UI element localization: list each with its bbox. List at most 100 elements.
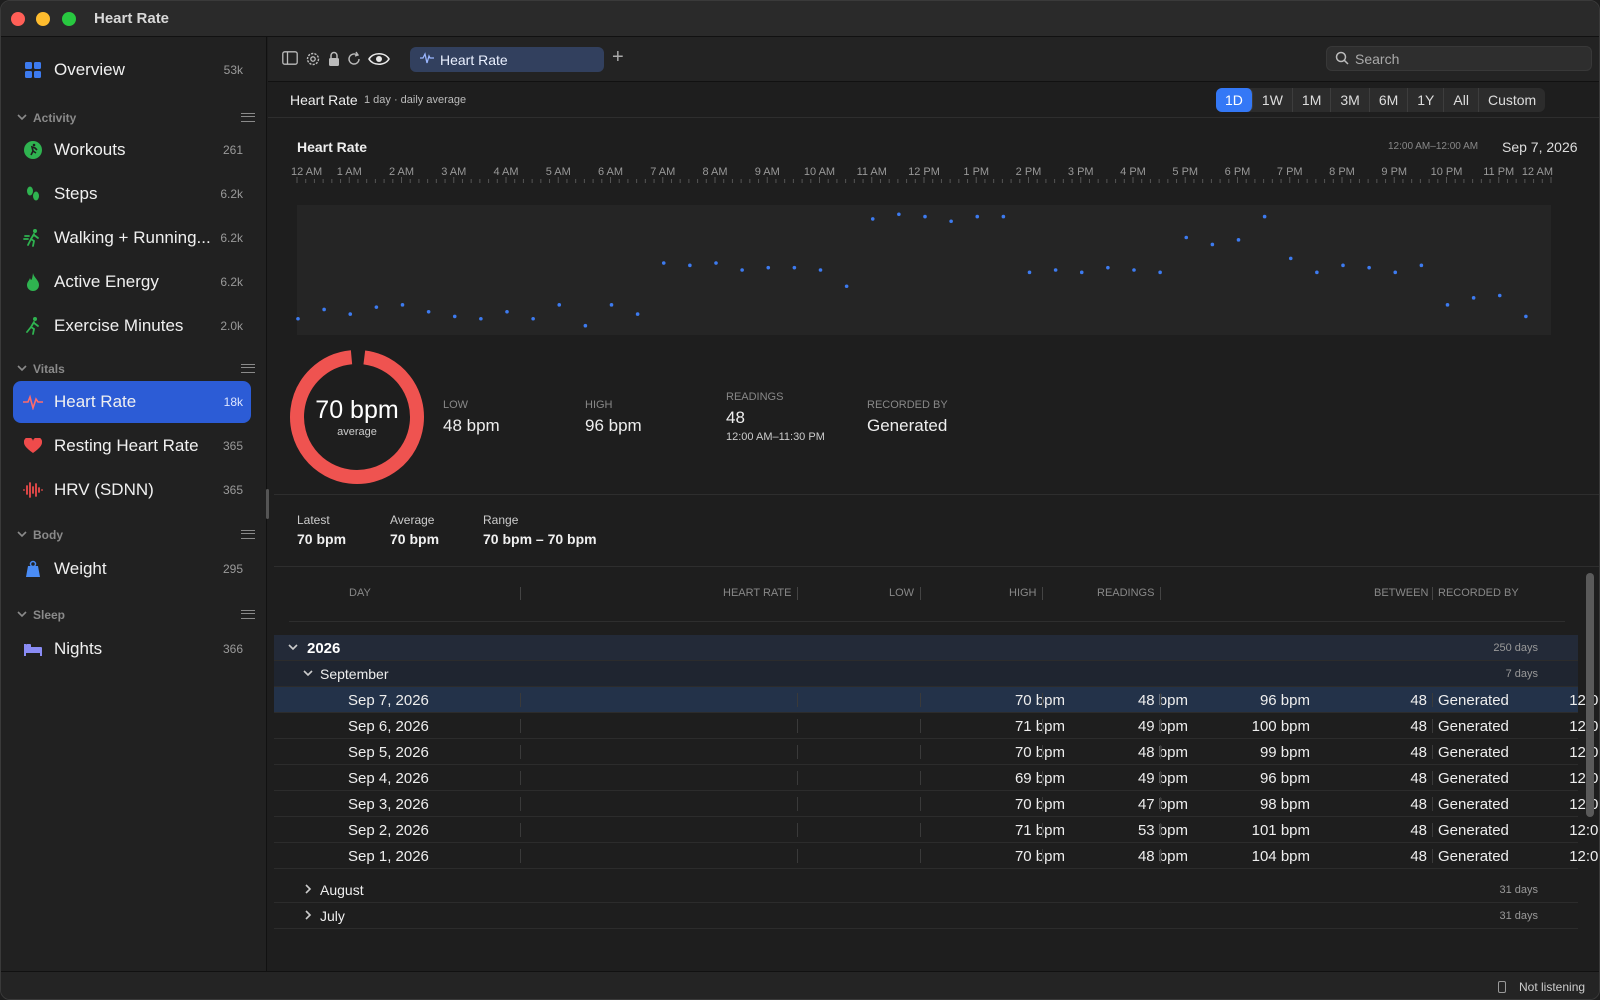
table-row[interactable]: Sep 6, 2026 71 bpm 49 bpm 100 bpm 48 12:00 AM… xyxy=(274,713,1599,739)
data-point[interactable] xyxy=(1079,270,1084,275)
sidebar-item-overview[interactable]: Overview 53k xyxy=(13,49,251,91)
data-point[interactable] xyxy=(1132,268,1136,272)
search-input[interactable] xyxy=(1355,50,1585,68)
data-point[interactable] xyxy=(1393,270,1398,275)
data-point[interactable] xyxy=(557,303,562,307)
data-point[interactable] xyxy=(1001,214,1006,219)
data-point[interactable] xyxy=(1158,270,1162,275)
data-point[interactable] xyxy=(1471,296,1476,300)
group-row-month[interactable]: September 7 days xyxy=(274,661,1578,687)
data-point[interactable] xyxy=(1053,268,1058,272)
range-1d-button[interactable]: 1D xyxy=(1216,88,1253,112)
data-point[interactable] xyxy=(452,314,457,319)
data-point[interactable] xyxy=(635,312,640,316)
data-point[interactable] xyxy=(844,284,849,289)
data-point[interactable] xyxy=(949,219,953,224)
group-row-month[interactable]: July 31 days xyxy=(274,903,1578,929)
refresh-icon[interactable] xyxy=(346,51,362,67)
table-row[interactable]: Sep 7, 2026 70 bpm 48 bpm 96 bpm 48 12:00 AM–… xyxy=(274,687,1599,713)
data-point[interactable] xyxy=(1184,235,1189,240)
data-point[interactable] xyxy=(714,261,718,265)
range-6m-button[interactable]: 6M xyxy=(1370,88,1409,112)
data-point[interactable] xyxy=(505,309,509,314)
sidebar-item-hrv[interactable]: HRV (SDNN) 365 xyxy=(13,469,251,511)
reorder-handle-icon[interactable] xyxy=(241,113,255,122)
data-point[interactable] xyxy=(1210,242,1215,247)
data-point[interactable] xyxy=(1445,303,1450,307)
data-point[interactable] xyxy=(322,307,326,312)
sidebar-resize-handle[interactable] xyxy=(266,489,269,519)
table-row[interactable]: Sep 5, 2026 70 bpm 48 bpm 99 bpm 48 12:00 AM–… xyxy=(274,739,1599,765)
data-point[interactable] xyxy=(975,214,980,219)
data-point[interactable] xyxy=(870,217,875,221)
column-header-readings[interactable]: READINGS xyxy=(1097,587,1154,599)
sidebar-item-resting-heart-rate[interactable]: Resting Heart Rate 365 xyxy=(13,425,251,467)
range-3m-button[interactable]: 3M xyxy=(1331,88,1370,112)
data-point[interactable] xyxy=(766,265,771,270)
data-point[interactable] xyxy=(1236,238,1241,242)
data-point[interactable] xyxy=(1367,265,1371,270)
data-point[interactable] xyxy=(348,312,353,316)
group-row-year[interactable]: 2026 250 days xyxy=(274,635,1578,661)
section-header-body[interactable]: Body xyxy=(17,527,255,543)
data-point[interactable] xyxy=(374,305,379,309)
range-custom-button[interactable]: Custom xyxy=(1479,88,1545,112)
data-point[interactable] xyxy=(479,316,483,321)
column-header-heart-rate[interactable]: HEART RATE xyxy=(723,587,791,599)
data-point[interactable] xyxy=(1288,256,1293,261)
table-row[interactable]: Sep 4, 2026 69 bpm 49 bpm 96 bpm 48 12:00 AM–… xyxy=(274,765,1599,791)
eye-icon[interactable] xyxy=(368,51,390,67)
range-1w-button[interactable]: 1W xyxy=(1253,88,1293,112)
data-point[interactable] xyxy=(661,261,666,265)
group-row-month[interactable]: August 31 days xyxy=(274,877,1578,903)
maximize-window-button[interactable] xyxy=(62,12,76,26)
search-field[interactable] xyxy=(1326,46,1592,71)
reorder-handle-icon[interactable] xyxy=(241,364,255,373)
column-header-day[interactable]: DAY xyxy=(349,587,371,599)
data-point[interactable] xyxy=(1419,263,1424,268)
range-all-button[interactable]: All xyxy=(1444,88,1479,112)
sidebar-toggle-icon[interactable] xyxy=(282,51,298,67)
reorder-handle-icon[interactable] xyxy=(241,530,255,539)
table-row[interactable]: Sep 1, 2026 70 bpm 48 bpm 104 bpm 48 12:00 AM… xyxy=(274,843,1599,869)
column-header-low[interactable]: LOW xyxy=(889,587,914,599)
data-point[interactable] xyxy=(688,263,692,268)
data-point[interactable] xyxy=(1341,263,1345,268)
data-point[interactable] xyxy=(609,303,614,307)
data-point[interactable] xyxy=(531,316,535,321)
sidebar-item-steps[interactable]: Steps 6.2k xyxy=(13,173,251,215)
lock-icon[interactable] xyxy=(326,51,342,67)
data-point[interactable] xyxy=(1106,265,1110,270)
section-header-vitals[interactable]: Vitals xyxy=(17,361,255,377)
table-scrollbar[interactable] xyxy=(1586,573,1594,817)
sidebar-item-weight[interactable]: Weight 295 xyxy=(13,548,251,590)
data-point[interactable] xyxy=(923,214,927,219)
close-window-button[interactable] xyxy=(11,12,25,26)
heart-rate-scatter-chart[interactable]: 12 AM 1 AM 2 AM 3 AM 4 AM 5 AM 6 AM 7 AM 8 AM 9 A… xyxy=(287,161,1583,343)
data-point[interactable] xyxy=(740,268,744,272)
column-header-recorded-by[interactable]: RECORDED BY xyxy=(1438,587,1519,599)
add-tab-button[interactable]: + xyxy=(612,46,624,69)
data-point[interactable] xyxy=(583,323,588,328)
gear-icon[interactable] xyxy=(305,51,321,67)
tab-heart-rate[interactable]: Heart Rate xyxy=(410,47,604,72)
data-point[interactable] xyxy=(1315,270,1319,275)
data-point[interactable] xyxy=(1524,314,1528,319)
sidebar-item-workouts[interactable]: Workouts 261 xyxy=(13,129,251,171)
range-1m-button[interactable]: 1M xyxy=(1293,88,1332,112)
table-row[interactable]: Sep 3, 2026 70 bpm 47 bpm 98 bpm 48 12:00 AM–… xyxy=(274,791,1599,817)
data-point[interactable] xyxy=(897,212,901,217)
data-point[interactable] xyxy=(1497,293,1502,298)
data-point[interactable] xyxy=(426,309,431,314)
sidebar-item-active-energy[interactable]: Active Energy 6.2k xyxy=(13,261,251,303)
sidebar-item-heart-rate[interactable]: Heart Rate 18k xyxy=(13,381,251,423)
data-point[interactable] xyxy=(792,265,797,270)
range-1y-button[interactable]: 1Y xyxy=(1408,88,1445,112)
sidebar-item-walking-running[interactable]: Walking + Running... 6.2k xyxy=(13,217,251,259)
data-point[interactable] xyxy=(1027,270,1032,275)
section-header-activity[interactable]: Activity xyxy=(17,110,255,126)
minimize-window-button[interactable] xyxy=(36,12,50,26)
data-point[interactable] xyxy=(818,268,823,272)
sidebar-item-nights[interactable]: Nights 366 xyxy=(13,628,251,670)
data-point[interactable] xyxy=(400,303,405,307)
